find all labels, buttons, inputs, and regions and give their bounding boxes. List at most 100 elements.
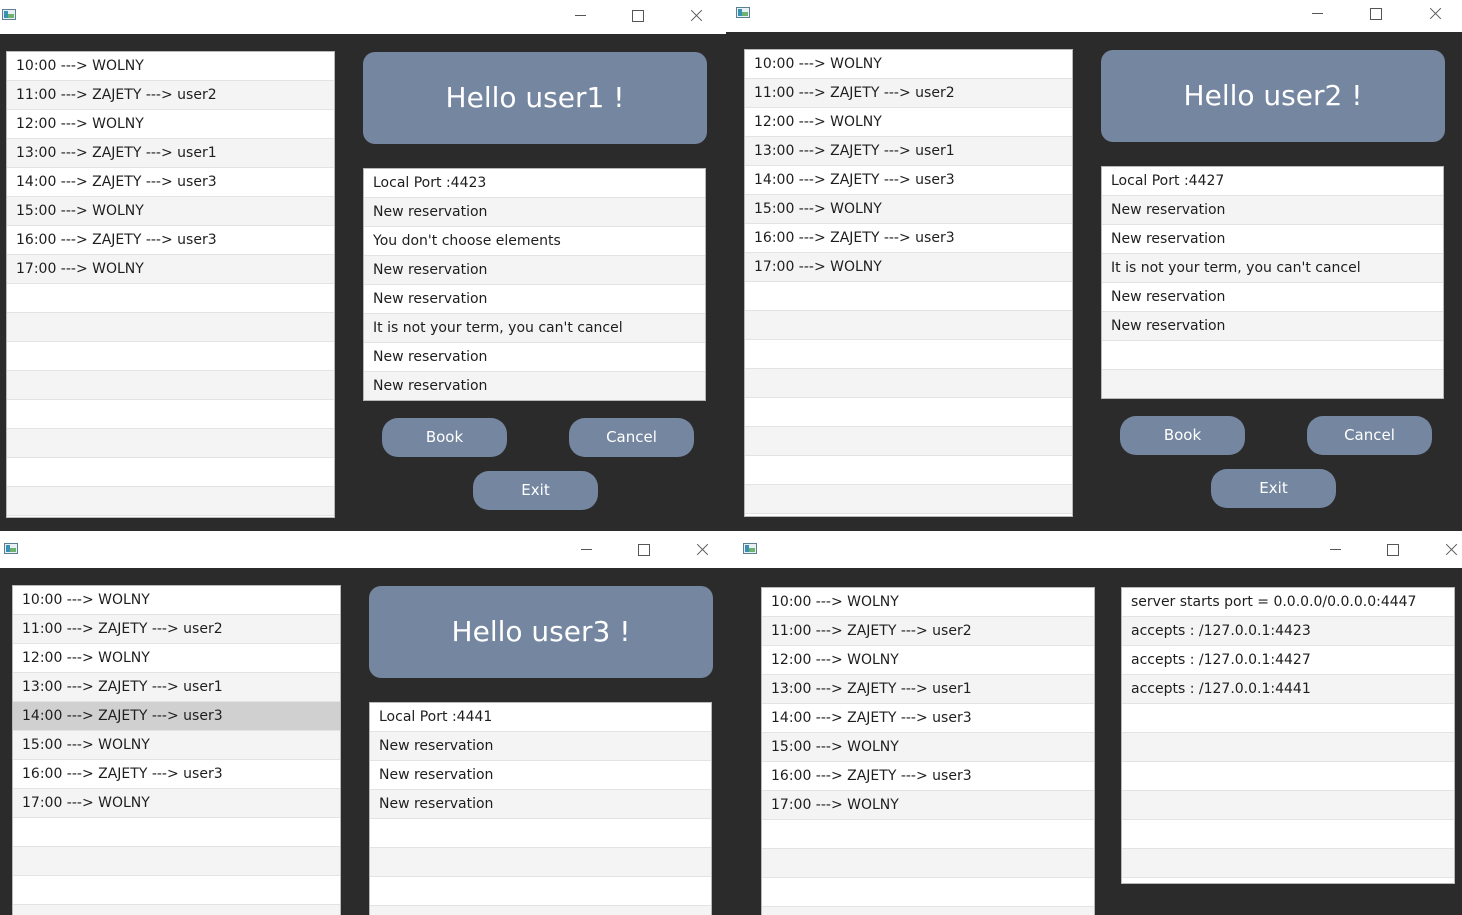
schedule-item[interactable]: 17:00 ---> WOLNY: [762, 791, 1094, 820]
client-window-user1: 10:00 ---> WOLNY 11:00 ---> ZAJETY ---> …: [0, 0, 726, 531]
schedule-item[interactable]: 15:00 ---> WOLNY: [13, 731, 340, 760]
schedule-item[interactable]: 13:00 ---> ZAJETY ---> user1: [745, 137, 1072, 166]
message-log[interactable]: Local Port :4423 New reservation You don…: [363, 168, 706, 401]
empty-row: [7, 371, 334, 400]
log-item: server starts port = 0.0.0.0/0.0.0.0:444…: [1122, 588, 1454, 617]
empty-row: [745, 282, 1072, 311]
schedule-item[interactable]: 11:00 ---> ZAJETY ---> user2: [762, 617, 1094, 646]
schedule-list[interactable]: 10:00 ---> WOLNY 11:00 ---> ZAJETY ---> …: [761, 587, 1095, 915]
maximize-icon[interactable]: [1364, 531, 1422, 567]
schedule-item[interactable]: 13:00 ---> ZAJETY ---> user1: [762, 675, 1094, 704]
schedule-item[interactable]: 15:00 ---> WOLNY: [745, 195, 1072, 224]
log-item: It is not your term, you can't cancel: [1102, 254, 1443, 283]
empty-row: [13, 847, 340, 876]
minimize-icon[interactable]: [557, 531, 615, 567]
schedule-item[interactable]: 17:00 ---> WOLNY: [13, 789, 340, 818]
schedule-item[interactable]: 12:00 ---> WOLNY: [762, 646, 1094, 675]
schedule-item-selected[interactable]: 14:00 ---> ZAJETY ---> user3: [13, 702, 340, 731]
schedule-item[interactable]: 11:00 ---> ZAJETY ---> user2: [745, 79, 1072, 108]
empty-row: [13, 818, 340, 847]
schedule-item[interactable]: 14:00 ---> ZAJETY ---> user3: [7, 168, 334, 197]
schedule-item[interactable]: 15:00 ---> WOLNY: [7, 197, 334, 226]
log-item: Local Port :4423: [364, 169, 705, 198]
message-log[interactable]: Local Port :4441 New reservation New res…: [369, 702, 712, 915]
greeting-banner: Hello user2 !: [1101, 50, 1445, 142]
app-icon: [743, 543, 757, 554]
empty-row: [1102, 341, 1443, 370]
schedule-item[interactable]: 14:00 ---> ZAJETY ---> user3: [762, 704, 1094, 733]
schedule-item[interactable]: 16:00 ---> ZAJETY ---> user3: [745, 224, 1072, 253]
book-button[interactable]: Book: [382, 418, 507, 457]
server-window: 10:00 ---> WOLNY 11:00 ---> ZAJETY ---> …: [732, 531, 1462, 915]
empty-row: [762, 820, 1094, 849]
empty-row: [7, 284, 334, 313]
schedule-item[interactable]: 12:00 ---> WOLNY: [745, 108, 1072, 137]
log-item: New reservation: [1102, 196, 1443, 225]
empty-row: [1122, 820, 1454, 849]
empty-row: [745, 340, 1072, 369]
empty-row: [745, 485, 1072, 514]
schedule-item[interactable]: 16:00 ---> ZAJETY ---> user3: [7, 226, 334, 255]
schedule-item[interactable]: 17:00 ---> WOLNY: [745, 253, 1072, 282]
minimize-icon[interactable]: [1288, 0, 1346, 26]
maximize-icon[interactable]: [1347, 0, 1405, 26]
schedule-item[interactable]: 15:00 ---> WOLNY: [762, 733, 1094, 762]
schedule-item[interactable]: 10:00 ---> WOLNY: [762, 588, 1094, 617]
empty-row: [7, 429, 334, 458]
log-item: New reservation: [364, 372, 705, 400]
maximize-icon[interactable]: [615, 531, 673, 567]
schedule-item[interactable]: 11:00 ---> ZAJETY ---> user2: [7, 81, 334, 110]
title-bar: [726, 0, 1462, 32]
log-item: Local Port :4441: [370, 703, 711, 732]
empty-row: [370, 906, 711, 915]
schedule-item[interactable]: 17:00 ---> WOLNY: [7, 255, 334, 284]
log-item: New reservation: [364, 285, 705, 314]
message-log[interactable]: Local Port :4427 New reservation New res…: [1101, 166, 1444, 399]
minimize-icon[interactable]: [551, 0, 609, 30]
schedule-list[interactable]: 10:00 ---> WOLNY 11:00 ---> ZAJETY ---> …: [744, 49, 1073, 517]
close-icon[interactable]: [1406, 13, 1462, 39]
log-item: New reservation: [364, 198, 705, 227]
close-icon[interactable]: [667, 15, 725, 45]
schedule-list[interactable]: 10:00 ---> WOLNY 11:00 ---> ZAJETY ---> …: [6, 51, 335, 518]
maximize-icon[interactable]: [609, 0, 667, 30]
schedule-item[interactable]: 10:00 ---> WOLNY: [7, 52, 334, 81]
log-item: accepts : /127.0.0.1:4423: [1122, 617, 1454, 646]
schedule-item[interactable]: 12:00 ---> WOLNY: [13, 644, 340, 673]
schedule-item[interactable]: 14:00 ---> ZAJETY ---> user3: [745, 166, 1072, 195]
empty-row: [13, 876, 340, 905]
title-bar: [0, 0, 726, 34]
schedule-item[interactable]: 10:00 ---> WOLNY: [745, 50, 1072, 79]
empty-row: [7, 400, 334, 429]
minimize-icon[interactable]: [1306, 531, 1364, 567]
schedule-item[interactable]: 11:00 ---> ZAJETY ---> user2: [13, 615, 340, 644]
schedule-list[interactable]: 10:00 ---> WOLNY 11:00 ---> ZAJETY ---> …: [12, 585, 341, 915]
log-item: accepts : /127.0.0.1:4441: [1122, 675, 1454, 704]
schedule-item[interactable]: 13:00 ---> ZAJETY ---> user1: [13, 673, 340, 702]
cancel-button[interactable]: Cancel: [1307, 416, 1432, 455]
empty-row: [745, 311, 1072, 340]
empty-row: [7, 487, 334, 516]
greeting-banner: Hello user3 !: [369, 586, 713, 678]
empty-row: [7, 458, 334, 487]
schedule-item[interactable]: 16:00 ---> ZAJETY ---> user3: [13, 760, 340, 789]
empty-row: [745, 369, 1072, 398]
schedule-item[interactable]: 13:00 ---> ZAJETY ---> user1: [7, 139, 334, 168]
empty-row: [745, 398, 1072, 427]
empty-row: [370, 848, 711, 877]
exit-button[interactable]: Exit: [1211, 469, 1336, 508]
app-icon: [736, 7, 750, 18]
exit-button[interactable]: Exit: [473, 471, 598, 510]
book-button[interactable]: Book: [1120, 416, 1245, 455]
empty-row: [762, 878, 1094, 907]
server-log[interactable]: server starts port = 0.0.0.0/0.0.0.0:444…: [1121, 587, 1455, 884]
schedule-item[interactable]: 16:00 ---> ZAJETY ---> user3: [762, 762, 1094, 791]
schedule-item[interactable]: 12:00 ---> WOLNY: [7, 110, 334, 139]
log-item: Local Port :4427: [1102, 167, 1443, 196]
schedule-item[interactable]: 10:00 ---> WOLNY: [13, 586, 340, 615]
close-icon[interactable]: [673, 549, 731, 585]
close-icon[interactable]: [1422, 549, 1462, 585]
cancel-button[interactable]: Cancel: [569, 418, 694, 457]
log-item: New reservation: [1102, 312, 1443, 341]
empty-row: [7, 313, 334, 342]
